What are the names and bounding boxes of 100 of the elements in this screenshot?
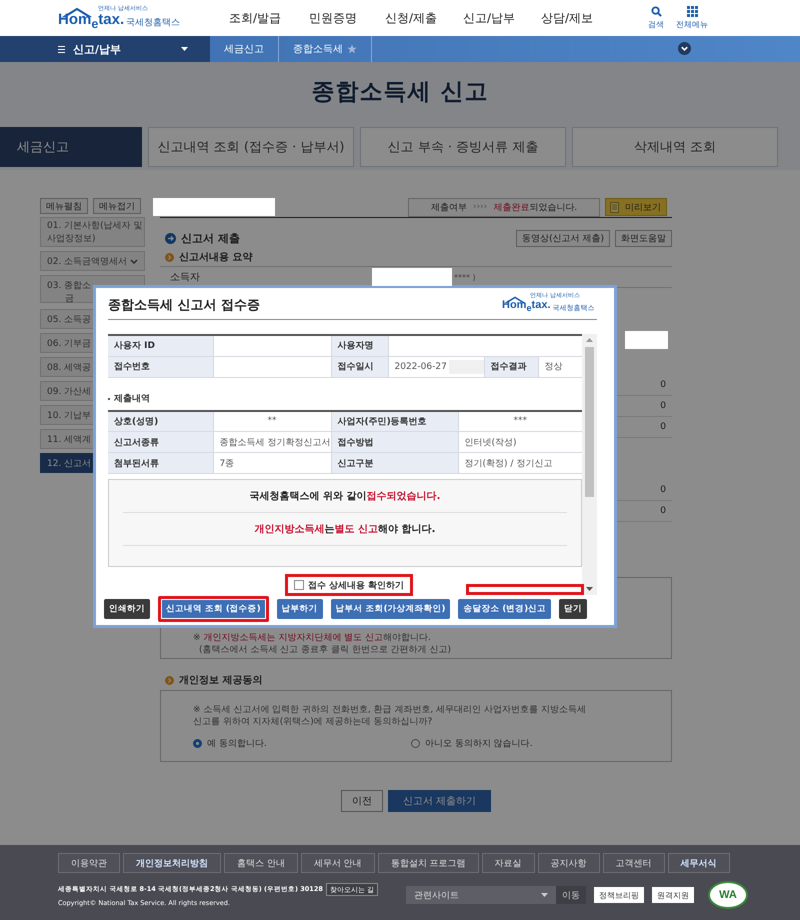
message-text: 개인지방소득세는별도 신고해야 합니다. — [123, 513, 567, 546]
checkbox[interactable] — [294, 580, 304, 590]
nav-menu-item[interactable]: 신고/납부 — [450, 10, 528, 26]
scrollbar-thumb[interactable] — [585, 347, 594, 497]
caret-icon — [541, 893, 548, 897]
detail-checkbox[interactable]: 접수 상세내용 확인하기 — [288, 577, 410, 593]
step-button[interactable]: 이전 — [340, 790, 383, 812]
table-cell: 접수방법 — [331, 432, 458, 452]
footer-link[interactable]: 홈택스 안내 — [224, 853, 298, 873]
table-cell: 0 — [660, 380, 666, 390]
footer-link[interactable]: 개인정보처리방침 — [123, 853, 221, 873]
banner-link[interactable]: 정책브리핑 — [594, 887, 644, 903]
radio-option[interactable]: 예 동의합니다. — [193, 737, 411, 750]
footer-link[interactable]: 세무서식 — [668, 853, 730, 873]
grid-menu-icon — [686, 6, 698, 17]
table-cell: 사업자(주민)등록번호 — [331, 410, 458, 432]
dialog-button[interactable]: 납부하기 — [276, 599, 323, 619]
table-cell: 접수일시 — [331, 356, 388, 377]
consent-question: ※ 소득세 신고서에 입력한 귀하의 전화번호, 환급 계좌번호, 세무대리인 사업자번호를 지방소득세 신고를 위하여 지자체(위택스)에 제공하는데 동의하십니까? — [193, 704, 587, 728]
preview-button[interactable]: 미리보기 — [605, 198, 667, 216]
sidebar-item[interactable]: 02. 소득금액명세서 — [40, 251, 145, 271]
table-cell: 사용자 ID — [108, 335, 213, 356]
dialog-button[interactable]: 인쇄하기 — [104, 599, 150, 619]
banner-link[interactable]: 원격지원 — [652, 887, 694, 903]
tab[interactable]: 신고 부속 · 증빙서류 제출 — [360, 127, 566, 167]
redaction-block — [625, 331, 668, 349]
nav-menu-item[interactable]: 민원증명 — [294, 10, 372, 26]
footer-link[interactable]: 세무서 안내 — [300, 853, 375, 873]
hamburger-icon — [58, 46, 65, 52]
caret-icon — [181, 47, 188, 51]
dialog-button[interactable]: 신고내역 조회 (접수증) — [158, 596, 269, 622]
chevron-down-icon[interactable] — [678, 42, 691, 55]
scroll-down-icon — [586, 587, 593, 591]
tab[interactable]: 세금신고 — [0, 127, 142, 167]
tab[interactable]: 삭제내역 조회 — [572, 127, 778, 167]
radio-option[interactable]: 아니오 동의하지 않습니다. — [411, 737, 629, 750]
table-cell: 접수번호 — [108, 356, 213, 377]
notice-text: ※ 개인지방소득세는 지방자치단체에 별도 신고해야합니다. — [193, 632, 432, 644]
subsection-title: 신고서내용 요약 — [165, 250, 672, 264]
logo-wordmark: Hom$_{e}$tax. — [58, 12, 124, 32]
footer-link[interactable]: 자료실 — [482, 853, 535, 873]
menu-toggle-button[interactable]: 메뉴접기 — [93, 198, 141, 214]
table-cell: 0 — [660, 485, 666, 495]
notice-text: (홈택스에서 소득세 신고 종료후 클릭 한번으로 간편하게 신고) — [198, 644, 452, 656]
document-icon — [610, 202, 619, 212]
footer-link[interactable]: 통합설치 프로그램 — [378, 853, 479, 873]
radio-button[interactable] — [193, 739, 202, 748]
help-button[interactable]: 화면도움말 — [615, 230, 672, 246]
menu-toggle-button[interactable]: 메뉴펼침 — [40, 198, 88, 214]
sidebar-item[interactable]: 01. 기본사항(납세자 및 사업장정보) — [40, 217, 145, 247]
blur-patch — [448, 360, 483, 374]
status-label: 제출여부 — [430, 202, 467, 214]
nav-menu-item[interactable]: 상담/제보 — [528, 10, 606, 26]
field-value: **** ) — [454, 272, 476, 282]
arrow-circle-icon — [165, 232, 176, 244]
step-button[interactable]: 신고서 제출하기 — [388, 790, 492, 812]
go-button[interactable]: 이동 — [556, 886, 586, 904]
table-cell: 상호(성명) — [108, 410, 213, 432]
table-cell: 첨부된서류 — [108, 452, 213, 474]
table-cell: ** — [213, 410, 331, 432]
table-cell: 신고구분 — [331, 452, 458, 474]
table-cell: 7종 — [213, 452, 331, 474]
field-label: 소득자 — [170, 271, 201, 284]
page-title: 종합소득세 신고 — [311, 78, 488, 107]
bullet-icon — [165, 676, 174, 684]
message-text: 국세청홈택스에 위와 같이접수되었습니다. — [123, 480, 567, 513]
arrows-text: ›››› — [472, 202, 488, 212]
dialog-button[interactable]: 납부서 조회(가상계좌확인) — [330, 599, 450, 619]
tab[interactable]: 신고내역 조회 (접수증 · 납부서) — [148, 127, 354, 167]
site-select[interactable]: 관련사이트 — [406, 886, 556, 904]
footer-link[interactable]: 공지사항 — [538, 853, 600, 873]
tool-link[interactable]: 검색 — [648, 6, 664, 30]
table-cell: 0 — [660, 401, 666, 411]
nav-menu-item[interactable]: 조회/발급 — [216, 10, 294, 26]
section-title: 신고서 제출 — [165, 230, 240, 246]
tool-link[interactable]: 전체메뉴 — [676, 6, 708, 30]
scroll-up-icon — [586, 338, 593, 342]
scrollbar[interactable] — [582, 334, 597, 595]
dialog-button[interactable]: 송달장소 (변경)신고 — [458, 599, 552, 619]
nav-menu-item[interactable]: 신청/제출 — [372, 10, 450, 26]
help-button[interactable]: 동영상(신고서 제출) — [516, 230, 610, 246]
star-icon — [347, 44, 357, 54]
dialog-button[interactable]: 닫기 — [559, 599, 588, 619]
table-cell: 접수결과 — [484, 356, 538, 377]
table-cell: 종합소득세 정기확정신고서 — [213, 432, 331, 452]
subsection-title: 개인정보 제공동의 — [165, 673, 672, 687]
bullet-icon — [165, 252, 174, 262]
footer-link[interactable]: 이용약관 — [58, 853, 120, 873]
radio-button[interactable] — [411, 739, 420, 748]
logo-wordmark: Hom$_{e}$tax. — [502, 299, 551, 314]
menu-dropdown[interactable]: 신고/납부 — [0, 36, 210, 62]
accessibility-mark: WA — [708, 881, 748, 909]
table-cell: 0 — [660, 506, 666, 516]
table-cell: 0 — [660, 422, 666, 432]
logo-name: 국세청홈택스 — [126, 17, 180, 29]
status-message: 제출완료되었습니다. — [493, 202, 578, 214]
table-cell: 사용자명 — [331, 335, 388, 356]
chevron-down-icon — [130, 258, 138, 264]
search-icon — [650, 6, 662, 17]
footer-link[interactable]: 고객센터 — [602, 853, 665, 873]
